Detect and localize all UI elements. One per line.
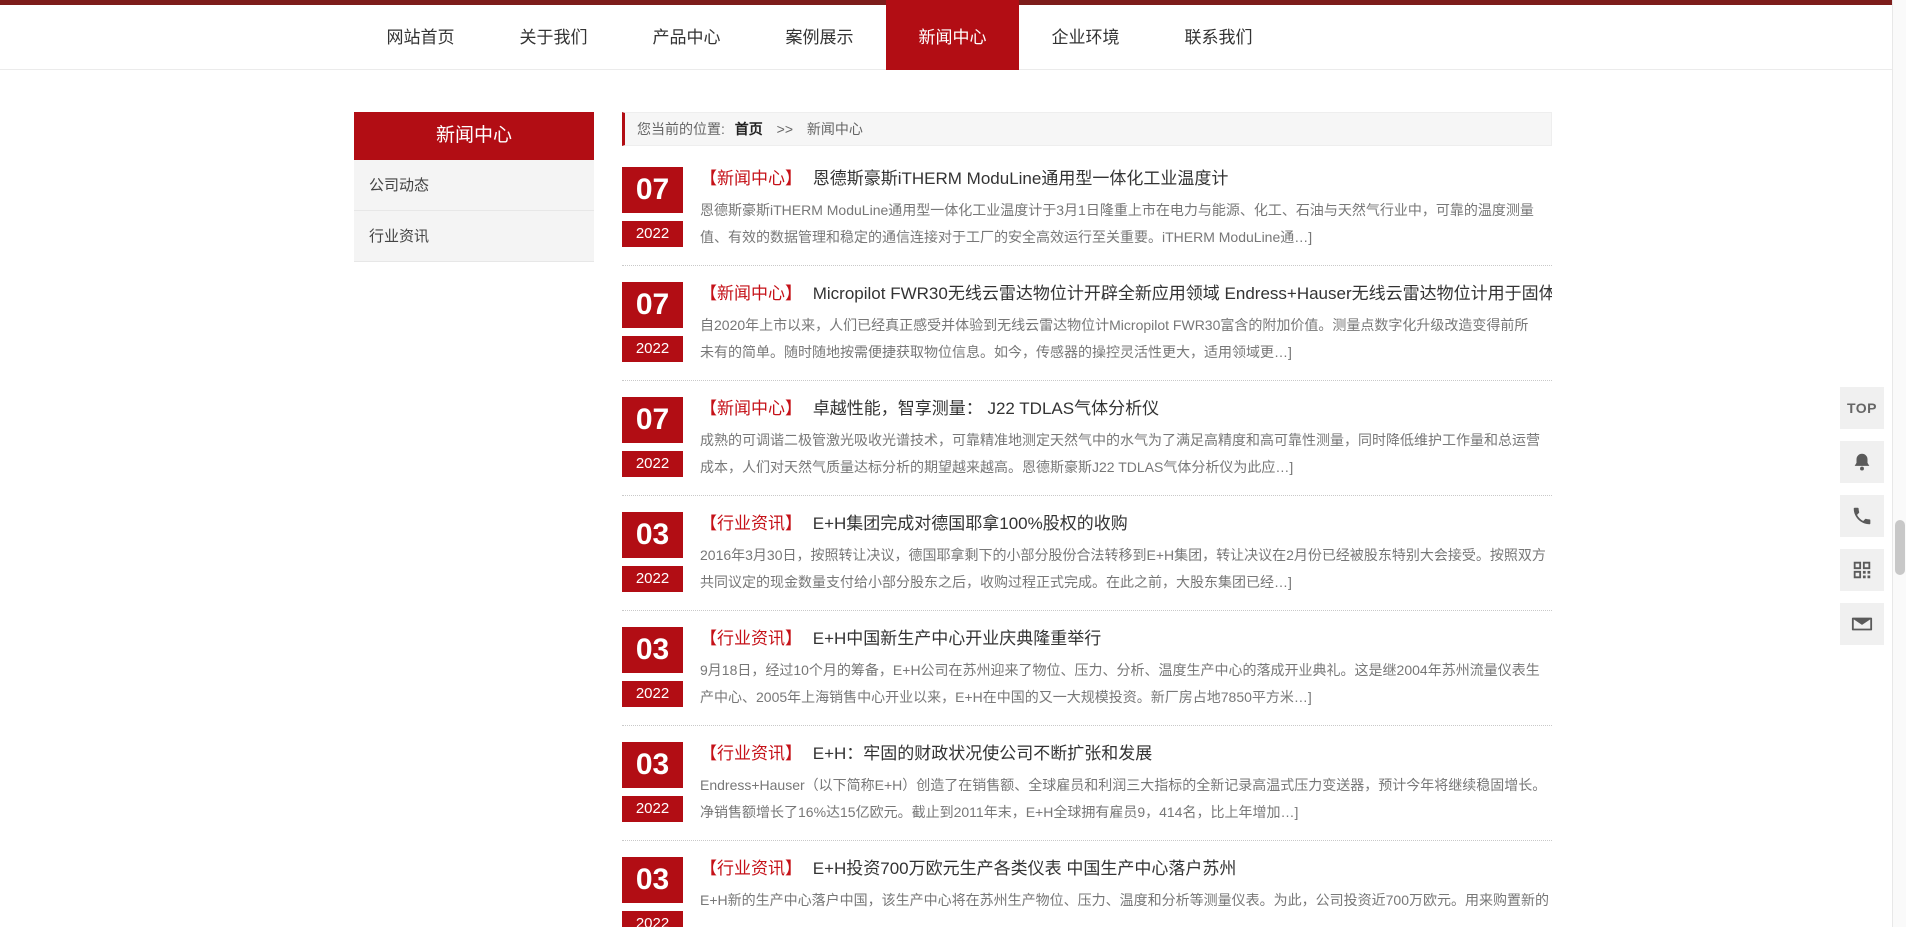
news-title[interactable]: E+H中国新生产中心开业庆典隆重举行 — [813, 629, 1102, 648]
breadcrumb-home-link[interactable]: 首页 — [735, 121, 763, 137]
news-date-badge: 03 2022 — [622, 857, 683, 927]
news-category: 【行业资讯】 — [700, 514, 802, 533]
nav-item-cases[interactable]: 案例展示 — [753, 5, 886, 70]
news-title[interactable]: E+H投资700万欧元生产各类仪表 中国生产中心落户苏州 — [813, 859, 1237, 878]
news-year: 2022 — [622, 681, 683, 707]
nav-item-environment[interactable]: 企业环境 — [1019, 5, 1152, 70]
news-title-row[interactable]: 【行业资讯】 E+H中国新生产中心开业庆典隆重举行 — [700, 627, 1552, 651]
phone-icon — [1851, 505, 1873, 527]
news-item[interactable]: 07 2022 【新闻中心】 卓越性能，智享测量： J22 TDLAS气体分析仪… — [622, 397, 1552, 496]
nav-item-about[interactable]: 关于我们 — [487, 5, 620, 70]
scrollbar-track[interactable] — [1892, 0, 1906, 927]
news-desc-line2: 值、有效的数据管理和稳定的通信连接对于工厂的安全高效运行至关重要。iTHERM … — [700, 224, 1552, 251]
news-item[interactable]: 07 2022 【新闻中心】 Micropilot FWR30无线云雷达物位计开… — [622, 282, 1552, 381]
news-date-badge: 03 2022 — [622, 742, 683, 826]
notification-button[interactable] — [1840, 441, 1884, 483]
nav-item-home[interactable]: 网站首页 — [354, 5, 487, 70]
scrollbar-thumb[interactable] — [1895, 520, 1905, 575]
breadcrumb: 您当前的位置: 首页 >> 新闻中心 — [622, 112, 1552, 146]
news-title[interactable]: 恩德斯豪斯iTHERM ModuLine通用型一体化工业温度计 — [813, 169, 1229, 188]
news-title-row[interactable]: 【新闻中心】 恩德斯豪斯iTHERM ModuLine通用型一体化工业温度计 — [700, 167, 1552, 191]
sidebar: 新闻中心 公司动态 行业资讯 — [354, 112, 594, 927]
email-icon — [1851, 613, 1873, 635]
news-date-badge: 07 2022 — [622, 397, 683, 481]
news-day: 07 — [622, 167, 683, 213]
news-title-row[interactable]: 【行业资讯】 E+H投资700万欧元生产各类仪表 中国生产中心落户苏州 — [700, 857, 1552, 881]
news-year: 2022 — [622, 796, 683, 822]
news-day: 03 — [622, 742, 683, 788]
bell-icon — [1851, 451, 1873, 473]
news-desc-line1: 恩德斯豪斯iTHERM ModuLine通用型一体化工业温度计于3月1日隆重上市… — [700, 197, 1552, 224]
news-category: 【新闻中心】 — [700, 399, 802, 418]
news-category: 【新闻中心】 — [700, 169, 802, 188]
news-year: 2022 — [622, 566, 683, 592]
news-category: 【行业资讯】 — [700, 744, 802, 763]
news-year: 2022 — [622, 336, 683, 362]
news-day: 03 — [622, 857, 683, 903]
news-day: 07 — [622, 282, 683, 328]
back-to-top-button[interactable]: TOP — [1840, 387, 1884, 429]
news-desc-line1: 2016年3月30日，按照转让决议，德国耶拿剩下的小部分股份合法转移到E+H集团… — [700, 542, 1552, 569]
phone-contact-button[interactable] — [1840, 495, 1884, 537]
qrcode-button[interactable] — [1840, 549, 1884, 591]
news-day: 07 — [622, 397, 683, 443]
main-nav: 网站首页 关于我们 产品中心 案例展示 新闻中心 企业环境 联系我们 — [354, 5, 1552, 70]
news-title-row[interactable]: 【行业资讯】 E+H集团完成对德国耶拿100%股权的收购 — [700, 512, 1552, 536]
news-desc-line1: 成熟的可调谐二极管激光吸收光谱技术，可靠精准地测定天然气中的水气为了满足高精度和… — [700, 427, 1552, 454]
news-date-badge: 07 2022 — [622, 167, 683, 251]
news-title[interactable]: Micropilot FWR30无线云雷达物位计开辟全新应用领域 Endress… — [813, 284, 1552, 303]
news-date-badge: 03 2022 — [622, 512, 683, 596]
news-desc-line2: 产中心、2005年上海销售中心开业以来，E+H在中国的又一大规模投资。新厂房占地… — [700, 684, 1552, 711]
news-title[interactable]: 卓越性能，智享测量： J22 TDLAS气体分析仪 — [813, 399, 1159, 418]
breadcrumb-current: 新闻中心 — [807, 121, 863, 137]
email-button[interactable] — [1840, 603, 1884, 645]
news-category: 【行业资讯】 — [700, 629, 802, 648]
news-date-badge: 07 2022 — [622, 282, 683, 366]
nav-item-products[interactable]: 产品中心 — [620, 5, 753, 70]
news-desc-line1: Endress+Hauser（以下简称E+H）创造了在销售额、全球雇员和利润三大… — [700, 772, 1552, 799]
news-category: 【行业资讯】 — [700, 859, 802, 878]
news-desc-line2: 净销售额增长了16%达15亿欧元。截止到2011年末，E+H全球拥有雇员9，41… — [700, 799, 1552, 826]
news-title-row[interactable]: 【新闻中心】 Micropilot FWR30无线云雷达物位计开辟全新应用领域 … — [700, 282, 1552, 306]
qrcode-icon — [1851, 559, 1873, 581]
sidebar-item-industry-news[interactable]: 行业资讯 — [354, 211, 594, 262]
news-title[interactable]: E+H：牢固的财政状况使公司不断扩张和发展 — [813, 744, 1153, 763]
news-category: 【新闻中心】 — [700, 284, 802, 303]
breadcrumb-separator: >> — [777, 121, 793, 137]
news-item[interactable]: 03 2022 【行业资讯】 E+H投资700万欧元生产各类仪表 中国生产中心落… — [622, 857, 1552, 927]
news-year: 2022 — [622, 221, 683, 247]
news-title[interactable]: E+H集团完成对德国耶拿100%股权的收购 — [813, 514, 1128, 533]
news-item[interactable]: 03 2022 【行业资讯】 E+H集团完成对德国耶拿100%股权的收购 201… — [622, 512, 1552, 611]
nav-item-news[interactable]: 新闻中心 — [886, 0, 1019, 70]
news-year: 2022 — [622, 911, 683, 927]
breadcrumb-prefix: 您当前的位置: — [637, 121, 725, 137]
sidebar-item-company-news[interactable]: 公司动态 — [354, 160, 594, 211]
news-item[interactable]: 07 2022 【新闻中心】 恩德斯豪斯iTHERM ModuLine通用型一体… — [622, 167, 1552, 266]
nav-item-contact[interactable]: 联系我们 — [1152, 5, 1285, 70]
news-year: 2022 — [622, 451, 683, 477]
news-day: 03 — [622, 627, 683, 673]
news-day: 03 — [622, 512, 683, 558]
news-date-badge: 03 2022 — [622, 627, 683, 711]
floating-toolbar: TOP — [1840, 387, 1884, 657]
sidebar-title: 新闻中心 — [354, 112, 594, 160]
news-desc-line1: 9月18日，经过10个月的筹备，E+H公司在苏州迎来了物位、压力、分析、温度生产… — [700, 657, 1552, 684]
news-desc-line2: 共同议定的现金数量支付给小部分股东之后，收购过程正式完成。在此之前，大股东集团已… — [700, 569, 1552, 596]
page: 网站首页 关于我们 产品中心 案例展示 新闻中心 企业环境 联系我们 新闻中心 … — [0, 0, 1906, 927]
news-title-row[interactable]: 【新闻中心】 卓越性能，智享测量： J22 TDLAS气体分析仪 — [700, 397, 1552, 421]
news-desc-line1: 自2020年上市以来，人们已经真正感受并体验到无线云雷达物位计Micropilo… — [700, 312, 1552, 339]
news-item[interactable]: 03 2022 【行业资讯】 E+H：牢固的财政状况使公司不断扩张和发展 End… — [622, 742, 1552, 841]
news-desc-line2: 未有的简单。随时随地按需便捷获取物位信息。如今，传感器的操控灵活性更大，适用领域… — [700, 339, 1552, 366]
news-desc-line1: E+H新的生产中心落户中国，该生产中心将在苏州生产物位、压力、温度和分析等测量仪… — [700, 887, 1552, 914]
news-item[interactable]: 03 2022 【行业资讯】 E+H中国新生产中心开业庆典隆重举行 9月18日，… — [622, 627, 1552, 726]
header: 网站首页 关于我们 产品中心 案例展示 新闻中心 企业环境 联系我们 — [0, 5, 1906, 70]
news-desc-line2: 成本，人们对天然气质量达标分析的期望越来越高。恩德斯豪斯J22 TDLAS气体分… — [700, 454, 1552, 481]
news-title-row[interactable]: 【行业资讯】 E+H：牢固的财政状况使公司不断扩张和发展 — [700, 742, 1552, 766]
